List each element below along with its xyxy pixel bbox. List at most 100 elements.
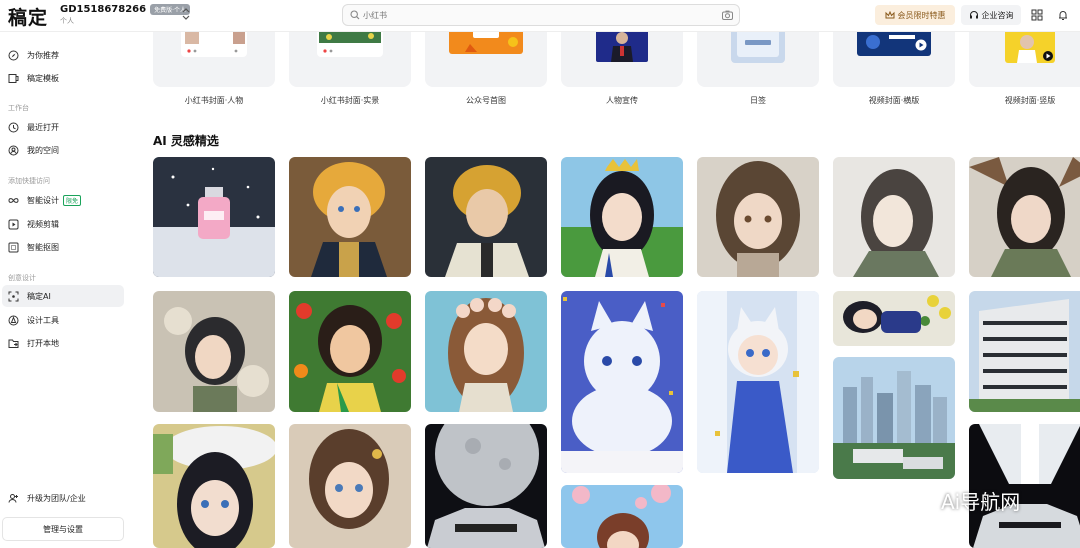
sidebar-item-label: 我的空间 [27, 145, 59, 155]
template-card[interactable] [153, 32, 275, 87]
vip-offer-button[interactable]: 会员限时特惠 [875, 5, 955, 25]
wechat-icon [905, 489, 935, 512]
sidebar-item-recommend[interactable]: 为你推荐 [2, 44, 124, 66]
apps-grid-icon[interactable] [1031, 9, 1043, 21]
gallery-image-girl-portrait[interactable] [697, 157, 819, 277]
template-label[interactable]: 小红书封面·人物 [153, 95, 275, 106]
search-input[interactable] [363, 7, 703, 23]
vip-offer-label: 会员限时特惠 [897, 10, 946, 20]
sleeping-boy-image [833, 291, 955, 346]
manage-settings-button[interactable]: 管理与设置 [2, 517, 124, 541]
ai-section-title: AI 灵感精选 [153, 134, 219, 148]
gallery-image-girl-crown[interactable] [425, 291, 547, 412]
girl-sketch-image [833, 157, 955, 277]
template-card[interactable] [561, 32, 683, 87]
gallery-image-girl-flowers[interactable] [289, 291, 411, 412]
gallery-image-girl-tree[interactable] [969, 157, 1080, 277]
folder-icon [8, 339, 19, 348]
add-user-icon [8, 493, 18, 503]
enterprise-consult-button[interactable]: 企业咨询 [961, 5, 1021, 25]
account-info[interactable]: GD1518678266 免费版·个人 个人 [60, 4, 191, 26]
anime-girl-image [153, 424, 275, 548]
sidebar-item-cutout[interactable]: 智能抠图 [2, 236, 124, 258]
watermark-text: Ai导航网 [941, 490, 1021, 514]
anime-girl-image [425, 291, 547, 412]
template-card[interactable] [425, 32, 547, 87]
gallery-image-girl-sakura[interactable] [561, 485, 683, 548]
ai-scan-icon [8, 291, 19, 301]
gallery-image-white-wolf[interactable] [561, 291, 683, 473]
city-skyline-image [833, 357, 955, 479]
template-card[interactable] [833, 32, 955, 87]
upgrade-team-label: 升级为团队/企业 [27, 493, 86, 503]
template-card[interactable] [289, 32, 411, 87]
template-label[interactable]: 小红书封面·实景 [289, 95, 411, 106]
gallery-image-girl-sketch[interactable] [833, 157, 955, 277]
gallery-image-girl-petals[interactable] [153, 291, 275, 412]
upgrade-team-link[interactable]: 升级为团队/企业 [2, 487, 124, 509]
gallery-image-girl-brown[interactable] [289, 424, 411, 548]
sidebar-item-label: 视频剪辑 [27, 219, 59, 229]
template-label[interactable]: 视频封面·竖版 [969, 95, 1080, 106]
compass-icon [8, 50, 19, 60]
template-card[interactable] [969, 32, 1080, 87]
gallery-image-moon-car[interactable] [425, 424, 547, 548]
gallery-image-city[interactable] [833, 357, 955, 479]
design-tool-icon [8, 315, 19, 325]
enterprise-consult-label: 企业咨询 [981, 10, 1014, 20]
gallery-image-boy-dark[interactable] [425, 157, 547, 277]
perfume-image [153, 157, 275, 277]
sidebar-item-label: 稿定模板 [27, 73, 59, 83]
watermark: Ai导航网 [905, 486, 1020, 515]
app-logo[interactable]: 稿定 [8, 3, 48, 30]
clock-icon [8, 122, 19, 132]
girl-tree-image [969, 157, 1080, 277]
bell-icon[interactable] [1057, 9, 1069, 21]
gallery-image-perfume[interactable] [153, 157, 275, 277]
sidebar-item-open-local[interactable]: 打开本地 [2, 332, 124, 354]
sidebar-item-templates[interactable]: 稿定模板 [2, 67, 124, 89]
sidebar-item-gaoding-ai[interactable]: 稿定AI [2, 285, 124, 307]
gallery-image-building[interactable] [969, 291, 1080, 412]
sidebar-item-design-tools[interactable]: 设计工具 [2, 309, 124, 331]
section-label-creative: 创意设计 [8, 274, 36, 282]
template-label[interactable]: 视频封面·横版 [833, 95, 955, 106]
video-icon [8, 219, 19, 229]
gallery-image-girl-garden[interactable] [561, 157, 683, 277]
template-thumbnail [449, 32, 523, 54]
account-switch-icon[interactable] [182, 8, 190, 22]
sidebar-item-video-edit[interactable]: 视频剪辑 [2, 213, 124, 235]
search-icon [350, 10, 360, 20]
sidebar-item-label: 智能抠图 [27, 242, 59, 252]
sidebar-item-recent[interactable]: 最近打开 [2, 116, 124, 138]
girl-portrait-image [697, 157, 819, 277]
sidebar-item-smart-design[interactable]: 智能设计 限免 [2, 189, 124, 211]
anime-girl-image [561, 157, 683, 277]
template-label[interactable]: 公众号首图 [425, 95, 547, 106]
sports-car-image [425, 424, 547, 548]
anime-girl-image [289, 424, 411, 548]
anime-boy-image [425, 157, 547, 277]
template-label[interactable]: 人物宣传 [561, 95, 683, 106]
sidebar-item-label: 设计工具 [27, 315, 59, 325]
sidebar-item-label: 智能设计 [27, 195, 59, 205]
account-id: GD1518678266 [60, 4, 147, 15]
search-box[interactable] [342, 4, 740, 26]
gallery-image-boy-sleeping[interactable] [833, 291, 955, 346]
section-label-quick-access: 添加快捷访问 [8, 177, 50, 185]
template-thumbnail [317, 32, 383, 57]
template-label[interactable]: 日签 [697, 95, 819, 106]
wolf-image [561, 291, 683, 473]
template-card[interactable] [697, 32, 819, 87]
section-label-workspace: 工作台 [8, 104, 29, 112]
user-circle-icon [8, 145, 19, 155]
sidebar-item-my-space[interactable]: 我的空间 [2, 139, 124, 161]
account-type: 个人 [60, 17, 74, 25]
headset-icon [969, 11, 978, 19]
main-content: 小红书封面·人物 小红书封面·实景 公众号首图 人物宣传 日签 视频封面·横版 … [130, 32, 1080, 548]
free-tag: 限免 [63, 194, 82, 206]
gallery-image-boy-armor[interactable] [289, 157, 411, 277]
camera-icon[interactable] [722, 10, 733, 20]
gallery-image-girl-hat[interactable] [153, 424, 275, 548]
gallery-image-girl-fox[interactable] [697, 291, 819, 473]
